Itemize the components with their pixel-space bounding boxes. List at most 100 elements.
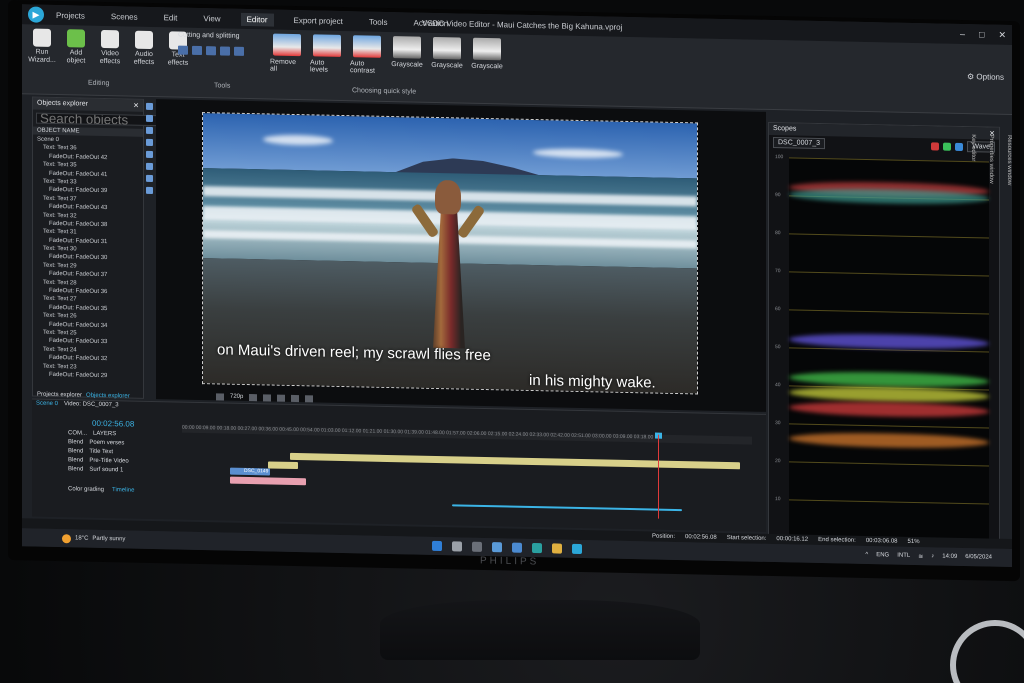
- windows-start-icon[interactable]: [432, 540, 442, 552]
- maximize-icon[interactable]: □: [979, 29, 984, 40]
- preview-area: on Maui's driven reel; my scrawl flies f…: [156, 99, 766, 412]
- scroll-bar[interactable]: [452, 504, 682, 512]
- quick-style-grayscale-2[interactable]: Grayscale: [430, 36, 464, 77]
- menu-view[interactable]: View: [197, 11, 226, 25]
- tab-key-editor[interactable]: Key editor: [970, 134, 976, 184]
- layer-row[interactable]: Blend Surf sound 1: [68, 464, 178, 475]
- crop-icon[interactable]: [178, 45, 188, 55]
- add-object-button[interactable]: Add object: [62, 29, 90, 66]
- close-icon[interactable]: ✕: [133, 102, 139, 110]
- scale-label: 60: [775, 306, 781, 313]
- quick-style-auto-levels[interactable]: Auto levels: [310, 34, 344, 74]
- quick-style-grayscale-1[interactable]: Grayscale: [390, 36, 424, 76]
- file-explorer-icon[interactable]: [552, 543, 562, 554]
- pointer-icon[interactable]: [146, 102, 153, 111]
- grid-line: [789, 461, 989, 467]
- scale-label: 70: [775, 268, 781, 275]
- menu-tools[interactable]: Tools: [363, 15, 394, 29]
- green-channel-icon[interactable]: [943, 142, 952, 151]
- quick-style-auto-contrast[interactable]: Auto contrast: [350, 35, 384, 75]
- scope-source-select[interactable]: DSC_0007_3: [773, 137, 826, 150]
- rotate-icon[interactable]: [192, 45, 202, 56]
- blue-channel-icon[interactable]: [955, 142, 964, 151]
- menu-projects[interactable]: Projects: [50, 8, 91, 22]
- objects-explorer: Objects explorer ✕ OBJECT NAME Scene 0Te…: [32, 96, 221, 400]
- video-tool-icon[interactable]: [146, 150, 153, 159]
- surf-sound-track[interactable]: [230, 476, 306, 486]
- flip-icon[interactable]: [206, 46, 216, 56]
- options-button[interactable]: ⚙ Options: [967, 72, 1004, 82]
- menu-editor[interactable]: Editor: [240, 12, 274, 27]
- cutting-splitting-button[interactable]: Cutting and splitting: [178, 32, 239, 40]
- store-icon[interactable]: [512, 542, 522, 553]
- effects-tool-icon[interactable]: [146, 186, 153, 195]
- menu-edit[interactable]: Edit: [158, 11, 184, 25]
- shape-tool-icon[interactable]: [146, 126, 153, 135]
- video-effects-button[interactable]: Video effects: [96, 29, 124, 67]
- taskbar-apps: [432, 540, 582, 555]
- stop-icon[interactable]: [249, 393, 258, 401]
- caption-line-2[interactable]: in his mighty wake.: [529, 372, 656, 392]
- quick-style-remove-all[interactable]: Remove all: [270, 33, 304, 73]
- window-controls: – □ ✕: [960, 28, 1006, 40]
- search-icon[interactable]: [452, 541, 462, 552]
- scale-label: 30: [775, 420, 781, 427]
- wifi-icon[interactable]: ≋: [918, 553, 923, 560]
- title-text-track[interactable]: [268, 461, 298, 470]
- time-ruler[interactable]: 00:00 00:09.00 00:18.00 00:27.00 00:36.0…: [182, 424, 752, 445]
- add-icon: [67, 29, 85, 48]
- quality-select[interactable]: 720p: [230, 394, 243, 400]
- tab-resources-window[interactable]: Resources window: [1006, 135, 1012, 185]
- loop-icon[interactable]: [291, 394, 300, 402]
- pre-title-video-clip[interactable]: DSC_0149: [230, 467, 270, 476]
- resize-icon[interactable]: [220, 46, 230, 56]
- playhead[interactable]: [658, 434, 659, 519]
- grid-line: [789, 271, 989, 277]
- tab-scene-0[interactable]: Scene 0: [36, 401, 58, 407]
- grid-line: [789, 157, 989, 163]
- waveform-trace: [789, 400, 989, 419]
- tab-projects-explorer[interactable]: Projects explorer: [37, 392, 82, 399]
- video-preview[interactable]: on Maui's driven reel; my scrawl flies f…: [202, 112, 698, 395]
- rewind-icon[interactable]: [263, 393, 272, 402]
- speaker-icon[interactable]: ♪: [931, 553, 934, 559]
- style-thumb-icon: [393, 36, 421, 59]
- forward-icon[interactable]: [277, 394, 286, 402]
- run-wizard-button[interactable]: Run Wizard...: [28, 28, 56, 65]
- bottom-tabs: Color grading Timeline: [68, 486, 134, 493]
- edge-icon[interactable]: [532, 542, 542, 554]
- speed-icon[interactable]: [234, 46, 244, 56]
- tab-color-grading[interactable]: Color grading: [68, 486, 104, 493]
- current-time: 00:02:56.08: [92, 418, 135, 429]
- minimize-icon[interactable]: –: [960, 28, 965, 39]
- menu-scenes[interactable]: Scenes: [105, 10, 144, 24]
- image-tool-icon[interactable]: [146, 138, 153, 147]
- close-icon[interactable]: ✕: [998, 29, 1006, 40]
- task-view-icon[interactable]: [472, 541, 482, 552]
- menu-export-project[interactable]: Export project: [288, 13, 349, 27]
- left-tool-strip: [146, 102, 154, 195]
- audio-tool-icon[interactable]: [146, 162, 153, 171]
- tab-properties-window[interactable]: Properties window: [988, 135, 994, 185]
- tree-item[interactable]: FadeOut: FadeOut 29: [35, 371, 141, 382]
- audio-effects-icon: [135, 30, 153, 50]
- tab-timeline[interactable]: Timeline: [112, 487, 134, 493]
- text-tool-icon[interactable]: [146, 114, 153, 123]
- chevron-up-icon[interactable]: ^: [865, 552, 868, 558]
- play-icon[interactable]: [216, 392, 224, 401]
- volume-icon[interactable]: [305, 394, 314, 402]
- waveform-trace: [789, 430, 989, 450]
- widgets-icon[interactable]: [492, 542, 502, 553]
- explorer-header: Objects explorer ✕: [33, 97, 143, 112]
- poem-verses-track[interactable]: [290, 452, 740, 470]
- chart-tool-icon[interactable]: [146, 174, 153, 183]
- tab-video-clip[interactable]: Video: DSC_0007_3: [64, 401, 119, 408]
- vsdc-taskbar-icon[interactable]: [572, 543, 582, 555]
- red-channel-icon[interactable]: [931, 141, 940, 151]
- weather-widget[interactable]: 18°C Partly sunny: [62, 533, 125, 544]
- quick-style-grayscale-3[interactable]: Grayscale: [470, 37, 504, 78]
- audio-effects-button[interactable]: Audio effects: [130, 30, 158, 68]
- tab-objects-explorer[interactable]: Objects explorer: [86, 393, 130, 400]
- vsdc-logo-icon[interactable]: ▶: [28, 6, 44, 23]
- screen: ▶ Projects Scenes Edit View Editor Expor…: [22, 4, 1012, 568]
